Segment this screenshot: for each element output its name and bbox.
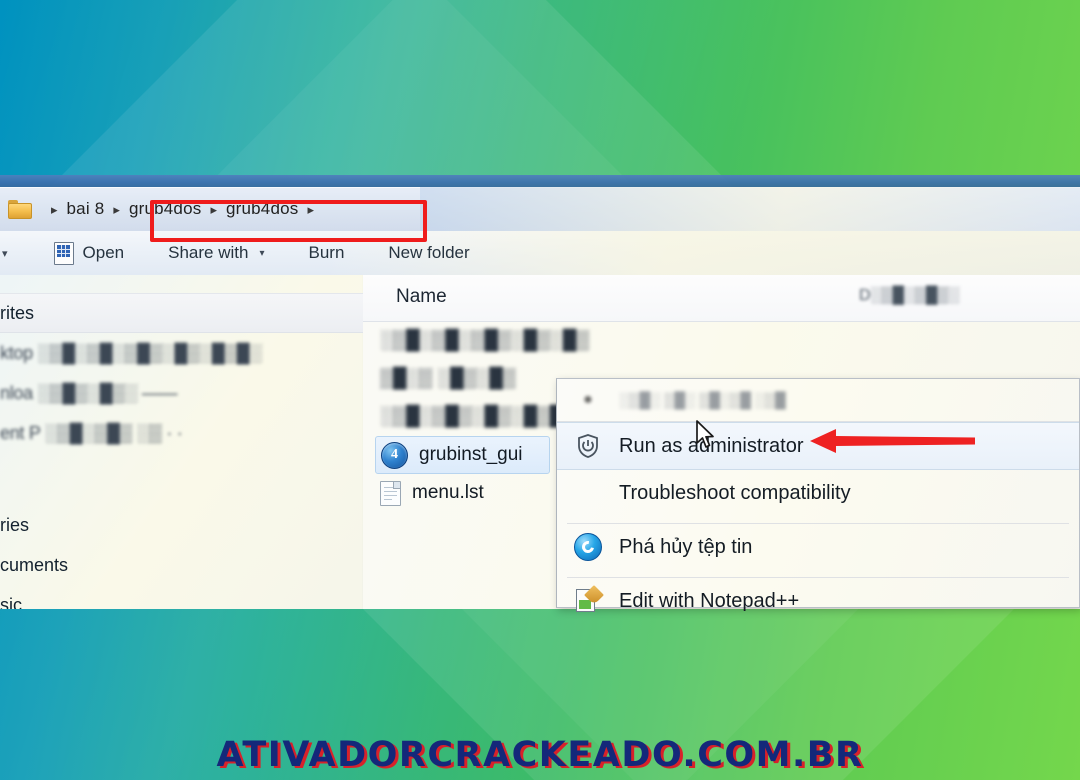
sidebar-item-label: sic [0, 594, 22, 610]
burn-button[interactable]: Burn [308, 243, 344, 263]
red-annotation-arrow [810, 425, 975, 457]
navigation-pane: rites ktop ░▒█░▒█░▒█▒░█▒░█▒█░ nloa ░▒█▒░… [0, 275, 363, 609]
context-menu-item-label: Edit with Notepad++ [619, 589, 800, 612]
sidebar-item-libraries[interactable]: ries [0, 505, 363, 545]
share-with-button[interactable]: Share with ▾ [168, 243, 264, 263]
file-name: ░▒█░▒█░▒█▒░█▒░█▒ [380, 330, 589, 351]
mouse-pointer-icon [695, 420, 717, 452]
sidebar-item-music[interactable]: sic [0, 585, 363, 610]
context-menu-item-label: ░▒█░ ▒█░ ▒█░▒█ ░▒█ [619, 391, 786, 409]
sidebar-item-label: rites [0, 302, 35, 323]
file-name-wrap: menu.lst [380, 480, 484, 506]
window-title-bar [0, 175, 1080, 187]
folder-icon [8, 199, 32, 219]
file-name-wrap: 4 grubinst_gui [381, 441, 523, 469]
file-name: menu.lst [412, 482, 484, 503]
sidebar-item-recent-places[interactable]: ent P ░▒█░▒█▒ ░▒ · · [0, 413, 363, 453]
grub-app-icon: 4 [381, 441, 408, 469]
new-folder-label: New folder [388, 243, 470, 262]
breadcrumb-separator-1: ▸ [113, 201, 120, 217]
menu-gap [557, 516, 1079, 523]
new-folder-button[interactable]: New folder [388, 243, 469, 263]
organize-caret-icon[interactable]: ▾ [2, 247, 8, 260]
sidebar-item-label: ktop ░▒█░▒█░▒█▒░█▒░█▒█░ [0, 342, 262, 363]
sidebar-item-label: ent P ░▒█░▒█▒ ░▒ · · [0, 422, 183, 443]
breadcrumb-highlight-box [150, 200, 427, 242]
sidebar-item-label: ries [0, 514, 30, 535]
chevron-down-icon: ▾ [259, 247, 265, 259]
column-header-name[interactable]: Name [396, 286, 447, 308]
sidebar-item-downloads[interactable]: nloa ░▒█▒░█▒░ —— [0, 373, 363, 413]
table-row-grubinst-gui[interactable]: 4 grubinst_gui [375, 436, 550, 474]
column-header-date-modified[interactable]: D░▒█░▒█▒░ [859, 287, 960, 305]
open-button-label: Open [82, 243, 125, 262]
context-menu-item-edit-with-notepadpp[interactable]: Edit with Notepad++ [557, 578, 1079, 624]
open-button[interactable]: Open [53, 241, 125, 265]
burn-button-label: Burn [308, 243, 345, 262]
notepadpp-icon [557, 584, 619, 614]
table-row[interactable]: ░▒█░▒█░▒█▒░█▒░█▒ [363, 322, 1080, 360]
text-document-icon [380, 480, 401, 506]
sidebar-item-label: nloa ░▒█▒░█▒░ —— [0, 382, 178, 403]
context-menu-item-open[interactable]: ● ░▒█░ ▒█░ ▒█░▒█ ░▒█ [557, 379, 1079, 421]
sidebar-item-label: cuments [0, 554, 69, 575]
context-menu-item-label: Phá hủy tệp tin [619, 535, 753, 558]
address-bar-tint [420, 187, 1080, 231]
shield-icon [557, 434, 619, 458]
file-list-column-headers: Name D░▒█░▒█▒░ [363, 275, 1080, 322]
file-name: ▒█░▒ ░█▒░█▒ [380, 368, 516, 389]
sidebar-item-favorites[interactable]: rites [0, 293, 363, 333]
context-menu: ● ░▒█░ ▒█░ ▒█░▒█ ░▒█ Run as administrato… [556, 378, 1080, 612]
sidebar-item-desktop[interactable]: ktop ░▒█░▒█░▒█▒░█▒░█▒█░ [0, 333, 363, 373]
share-with-label: Share with [168, 243, 249, 262]
ccleaner-icon [557, 533, 619, 561]
menu-gap [557, 570, 1079, 577]
blurred-icon: ● [583, 391, 593, 408]
context-menu-item-pha-huy-tep-tin[interactable]: Phá hủy tệp tin [557, 524, 1079, 570]
sidebar-item-documents[interactable]: cuments [0, 545, 363, 585]
breadcrumb-item-bai8[interactable]: bai 8 [67, 199, 105, 219]
site-watermark: ATIVADORCRACKEADO.COM.BR [216, 735, 864, 775]
context-menu-item-label: Troubleshoot compatibility [619, 481, 851, 504]
nav-pane-list: rites ktop ░▒█░▒█░▒█▒░█▒░█▒█░ nloa ░▒█▒░… [0, 293, 363, 610]
open-file-icon [53, 241, 74, 265]
file-name: grubinst_gui [419, 444, 523, 465]
address-bar[interactable]: ▸ bai 8 ▸ grub4dos ▸ grub4dos ▸ [0, 187, 1080, 242]
breadcrumb-separator-0: ▸ [51, 201, 58, 217]
context-menu-item-troubleshoot-compatibility[interactable]: Troubleshoot compatibility [557, 470, 1079, 516]
